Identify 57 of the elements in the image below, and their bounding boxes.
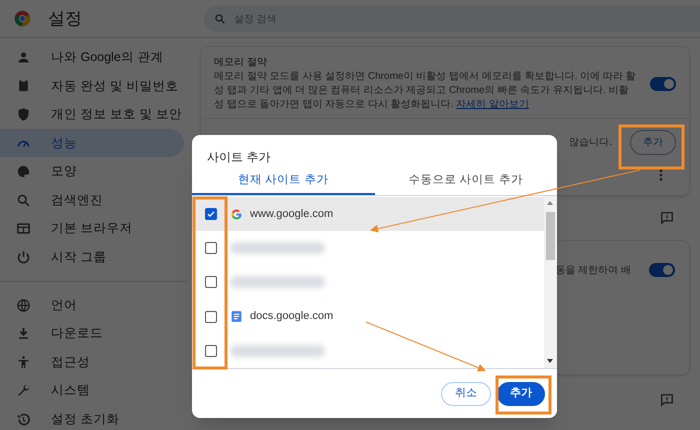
sidebar-item[interactable]: 시스템 (0, 376, 184, 406)
checkbox[interactable] (205, 276, 217, 288)
highlight-frame (618, 124, 684, 170)
site-domain: docs.google.com (250, 309, 334, 324)
sidebar-item[interactable]: 시작 그룹 (0, 243, 184, 272)
setting-description: 않습니다. (569, 136, 612, 150)
sidebar-item[interactable]: 자동 완성 및 비밀번호 (0, 72, 184, 100)
palette-icon (16, 164, 31, 180)
setting-description: 메모리 절약 모드를 사용 설정하면 Chrome이 비활성 탭에서 메모리를 확보합니다. 이에 따라 활성 탭과 기타 앱에 더 많은 컴퓨터 리소스가 제공되고 Chrome의 빠른 속도가 유지됩니다. 비활성 탭으로 돌아가면 탭이 자동으로 다시 활성화됩니다. 자세히 알아보기 (214, 70, 636, 112)
accessibility-icon (16, 354, 31, 370)
clipboard-icon (16, 78, 31, 94)
history-icon (16, 412, 31, 427)
feedback-icon[interactable] (660, 393, 674, 407)
sidebar-item[interactable]: 나와 Google의 관계 (0, 43, 184, 72)
scrollbar[interactable] (544, 196, 557, 368)
dialog-tab[interactable]: 수동으로 사이트 추가 (374, 169, 557, 195)
power-icon (16, 250, 31, 265)
add-button[interactable]: 추가 (630, 130, 676, 154)
sidebar-item[interactable]: 기본 브라우저 (0, 214, 184, 244)
highlight-frame (496, 376, 552, 414)
globe-icon (16, 298, 31, 313)
checkmark-icon (206, 209, 216, 220)
sidebar-item[interactable]: 검색엔진 (0, 186, 184, 215)
page-title: 설정 (48, 8, 82, 30)
sidebar-item[interactable]: 언어 (0, 290, 184, 320)
dialog-tab[interactable]: 현재 사이트 추가 (192, 169, 374, 195)
more-options-icon[interactable] (659, 169, 663, 181)
search-icon (214, 12, 226, 24)
toggle-switch[interactable] (649, 263, 675, 277)
shield-icon (16, 106, 31, 122)
checkbox[interactable] (205, 208, 217, 220)
feedback-icon[interactable] (660, 211, 674, 225)
checkbox[interactable] (205, 310, 217, 323)
browser-window-icon (16, 221, 31, 236)
sidebar-item[interactable]: 설정 초기화 (0, 405, 184, 430)
person-icon (16, 50, 31, 65)
checkbox[interactable] (205, 344, 217, 357)
cancel-button[interactable]: 취소 (441, 382, 491, 406)
sidebar-item[interactable]: 성능 (0, 128, 184, 158)
sidebar-item[interactable]: 모양 (0, 157, 184, 186)
site-domain: www.google.com (250, 206, 334, 222)
setting-description: 동을 제한하여 배 (555, 264, 631, 278)
setting-title: 메모리 절약 (214, 56, 268, 70)
learn-more-link[interactable]: 자세히 알아보기 (456, 99, 530, 110)
sidebar-item[interactable]: 접근성 (0, 348, 184, 377)
google-logo-icon (230, 208, 243, 221)
checkbox[interactable] (205, 242, 217, 254)
browser-logo-icon (14, 10, 31, 27)
add-button[interactable]: 추가 (497, 382, 545, 406)
download-icon (16, 326, 31, 342)
wrench-icon (16, 383, 31, 398)
dialog-title: 사이트 추가 (206, 149, 272, 166)
document-icon (230, 310, 243, 324)
sidebar-item[interactable]: 다운로드 (0, 319, 184, 348)
sidebar-item[interactable]: 개인 정보 보호 및 보안 (0, 100, 184, 129)
toggle-switch[interactable] (650, 76, 676, 90)
search-icon (16, 192, 31, 208)
